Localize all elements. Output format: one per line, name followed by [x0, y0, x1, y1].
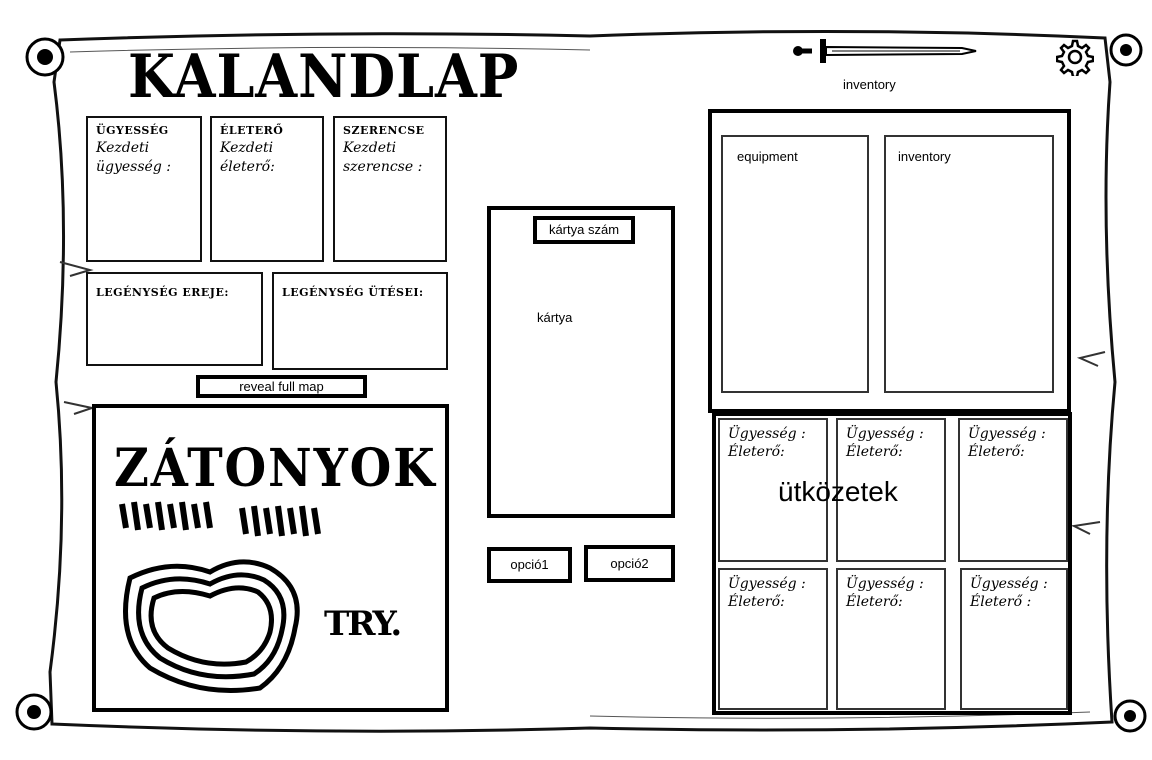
reveal-full-map-button[interactable]: reveal full map [196, 375, 367, 398]
skill-line2: ügyesség : [96, 159, 171, 175]
inventory-panel: equipment inventory [708, 109, 1071, 413]
stamina-line1: Kezdeti [220, 140, 274, 156]
inventory-header-label[interactable]: inventory [843, 77, 896, 92]
map-label-small: TRY. [324, 604, 402, 644]
luck-line2: szerencse : [343, 159, 423, 175]
encounter-cell[interactable]: Ügyesség : Életerő: [958, 418, 1068, 562]
encounter-skill: Ügyesség : [968, 426, 1046, 442]
crew-strength-box: LEGÉNYSÉG EREJE: [86, 272, 263, 366]
encounter-stamina: Életerő: [968, 444, 1025, 460]
skill-stat-box: ÜGYESSÉG Kezdeti ügyesség : [86, 116, 202, 262]
option2-button[interactable]: opció2 [584, 545, 675, 582]
encounter-skill: Ügyesség : [846, 576, 924, 592]
island-shape [110, 548, 310, 698]
encounter-skill: Ügyesség : [846, 426, 924, 442]
map-panel: ZÁTONYOK TRY. [92, 404, 449, 712]
reef-marks [118, 498, 338, 538]
scroll-knob-top-left-icon [22, 34, 68, 80]
card-number-label: kártya szám [533, 216, 635, 244]
encounter-stamina: Életerő: [728, 594, 785, 610]
luck-heading: SZERENCSE [343, 124, 425, 137]
stamina-line2: életerő: [220, 159, 275, 175]
luck-line1: Kezdeti [343, 140, 397, 156]
scroll-knob-top-right-icon [1106, 30, 1146, 70]
crew-hits-box: LEGÉNYSÉG ÜTÉSEI: [272, 272, 448, 370]
encounter-cell[interactable]: Ügyesség : Életerő: [718, 568, 828, 710]
encounter-stamina: Életerő: [846, 594, 903, 610]
scroll-knob-bottom-left-icon [12, 690, 56, 734]
card-label: kártya [537, 310, 573, 325]
scroll-knob-bottom-right-icon [1110, 696, 1150, 736]
stamina-heading: ÉLETERŐ [220, 124, 284, 137]
encounters-panel: Ügyesség : Életerő: Ügyesség : Életerő: … [712, 412, 1072, 715]
skill-heading: ÜGYESSÉG [96, 124, 169, 137]
option1-button[interactable]: opció1 [487, 547, 572, 583]
luck-stat-box: SZERENCSE Kezdeti szerencse : [333, 116, 447, 262]
inventory-label: inventory [898, 149, 951, 164]
encounter-cell[interactable]: Ügyesség : Életerő: [836, 568, 946, 710]
encounters-title: ütközetek [778, 476, 898, 507]
equipment-label: equipment [737, 149, 798, 164]
crew-strength-heading: LEGÉNYSÉG EREJE: [96, 286, 229, 299]
equipment-slot[interactable]: equipment [721, 135, 869, 393]
map-title: ZÁTONYOK [114, 438, 437, 499]
encounter-skill: Ügyesség : [728, 426, 806, 442]
encounter-stamina: Életerő : [970, 594, 1032, 610]
encounter-stamina: Életerő: [728, 444, 785, 460]
stamina-stat-box: ÉLETERŐ Kezdeti életerő: [210, 116, 324, 262]
encounter-skill: Ügyesség : [728, 576, 806, 592]
inventory-slot[interactable]: inventory [884, 135, 1054, 393]
card-panel[interactable]: kártya szám kártya [487, 206, 675, 518]
encounter-cell[interactable]: Ügyesség : Életerő : [960, 568, 1068, 710]
sword-icon[interactable] [792, 36, 978, 66]
crew-hits-heading: LEGÉNYSÉG ÜTÉSEI: [282, 286, 424, 299]
page-title: KALANDLAP [128, 42, 520, 112]
gear-icon[interactable] [1055, 38, 1095, 79]
encounter-skill: Ügyesség : [970, 576, 1048, 592]
encounter-stamina: Életerő: [846, 444, 903, 460]
skill-line1: Kezdeti [96, 140, 150, 156]
